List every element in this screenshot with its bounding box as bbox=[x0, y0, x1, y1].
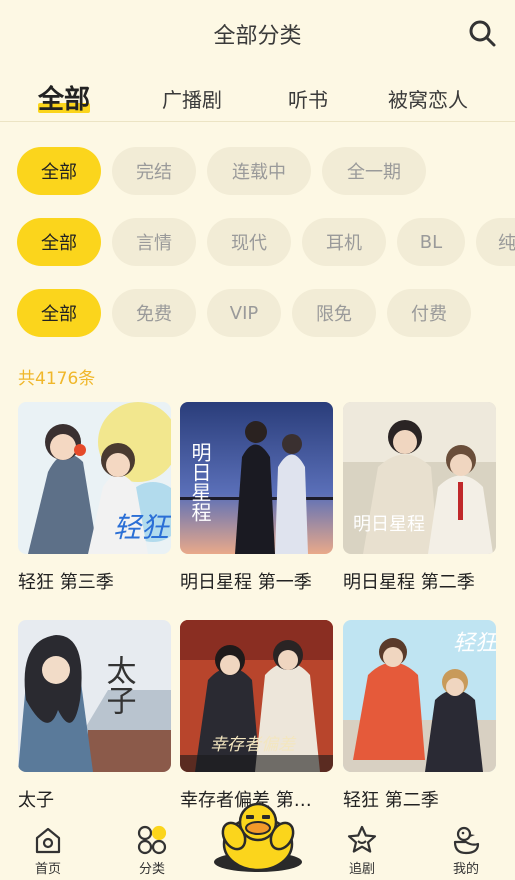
nav-follow[interactable]: 追剧 bbox=[332, 824, 392, 877]
drama-cover: 轻狂 bbox=[343, 620, 496, 772]
tab-radio-drama[interactable]: 广播剧 bbox=[162, 84, 222, 113]
drama-cover: 明日星程 bbox=[343, 402, 496, 554]
category-tabs: 全部 广播剧 听书 被窝恋人 bbox=[0, 70, 515, 122]
filter-status-row: 全部 完结 连载中 全一期 bbox=[0, 147, 515, 197]
filter-price-limited-free[interactable]: 限免 bbox=[292, 289, 376, 337]
drama-cover: 明日星程 bbox=[180, 402, 333, 554]
tab-label: 全部 bbox=[38, 85, 91, 115]
cover-title-text: 太子 bbox=[101, 655, 136, 715]
drama-card[interactable]: 太子 太子 bbox=[18, 620, 171, 812]
drama-card[interactable]: 明日星程 明日星程 第二季 bbox=[343, 402, 496, 594]
home-icon bbox=[35, 827, 61, 854]
nav-label: 我的 bbox=[452, 862, 479, 877]
filter-price-vip[interactable]: VIP bbox=[207, 289, 281, 337]
filter-genre-romance[interactable]: 言情 bbox=[112, 218, 196, 266]
cover-title-text: 明日星程 bbox=[353, 514, 425, 535]
cover-title-text: 轻狂 bbox=[113, 511, 171, 544]
tab-all[interactable]: 全部 bbox=[38, 79, 91, 116]
search-icon[interactable] bbox=[467, 18, 497, 48]
filter-status-ongoing[interactable]: 连载中 bbox=[207, 147, 311, 195]
nav-home[interactable]: 首页 bbox=[18, 824, 78, 877]
nav-label: 分类 bbox=[138, 862, 165, 877]
drama-card[interactable]: 轻狂 轻狂 第二季 bbox=[343, 620, 496, 812]
drama-cover: 轻狂 bbox=[18, 402, 171, 554]
drama-cover: 幸存者偏差 bbox=[180, 620, 333, 772]
filter-genre-modern[interactable]: 现代 bbox=[207, 218, 291, 266]
nav-label: 追剧 bbox=[348, 862, 375, 877]
drama-title: 轻狂 第三季 bbox=[18, 572, 114, 593]
drama-cover: 太子 bbox=[18, 620, 171, 772]
page-title: 全部分类 bbox=[213, 24, 302, 49]
drama-card[interactable]: 幸存者偏差 幸存者偏差 第… bbox=[180, 620, 333, 812]
filter-genre-all[interactable]: 全部 bbox=[17, 218, 101, 266]
drama-title: 轻狂 第二季 bbox=[343, 790, 439, 811]
filter-price-free[interactable]: 免费 bbox=[112, 289, 196, 337]
filter-status-all[interactable]: 全部 bbox=[17, 147, 101, 195]
filter-price-paid[interactable]: 付费 bbox=[387, 289, 471, 337]
drama-card[interactable]: 轻狂 轻狂 第三季 bbox=[18, 402, 171, 594]
filter-genre-pure[interactable]: 纯 bbox=[476, 218, 515, 266]
drama-title: 明日星程 第二季 bbox=[343, 572, 475, 593]
nav-label: 首页 bbox=[34, 862, 61, 877]
filter-genre-row: 全部 言情 现代 耳机 BL 纯 bbox=[0, 218, 515, 268]
filter-price-all[interactable]: 全部 bbox=[17, 289, 101, 337]
filter-genre-headphone[interactable]: 耳机 bbox=[302, 218, 386, 266]
filter-genre-bl[interactable]: BL bbox=[397, 218, 465, 266]
drama-card[interactable]: 明日星程 明日星程 第一季 bbox=[180, 402, 333, 594]
category-icon bbox=[137, 825, 167, 855]
result-count: 共4176条 bbox=[18, 369, 96, 389]
tab-audiobook[interactable]: 听书 bbox=[288, 84, 328, 113]
cover-title-text: 明日星程 bbox=[188, 442, 212, 522]
top-bar: 全部分类 bbox=[0, 0, 515, 68]
cover-title-text: 轻狂 bbox=[453, 631, 496, 656]
drama-title: 明日星程 第一季 bbox=[180, 572, 312, 593]
filter-status-single[interactable]: 全一期 bbox=[322, 147, 426, 195]
duck-profile-icon bbox=[453, 826, 480, 855]
cover-title-text: 幸存者偏差 bbox=[210, 735, 297, 755]
tab-bedtime-lover[interactable]: 被窝恋人 bbox=[388, 84, 468, 113]
star-icon bbox=[347, 825, 377, 853]
filter-price-row: 全部 免费 VIP 限免 付费 bbox=[0, 289, 515, 339]
duck-mascot-icon[interactable] bbox=[212, 800, 304, 874]
drama-title: 太子 bbox=[18, 790, 54, 811]
filter-status-finished[interactable]: 完结 bbox=[112, 147, 196, 195]
nav-category[interactable]: 分类 bbox=[122, 824, 182, 877]
nav-mine[interactable]: 我的 bbox=[436, 824, 496, 877]
